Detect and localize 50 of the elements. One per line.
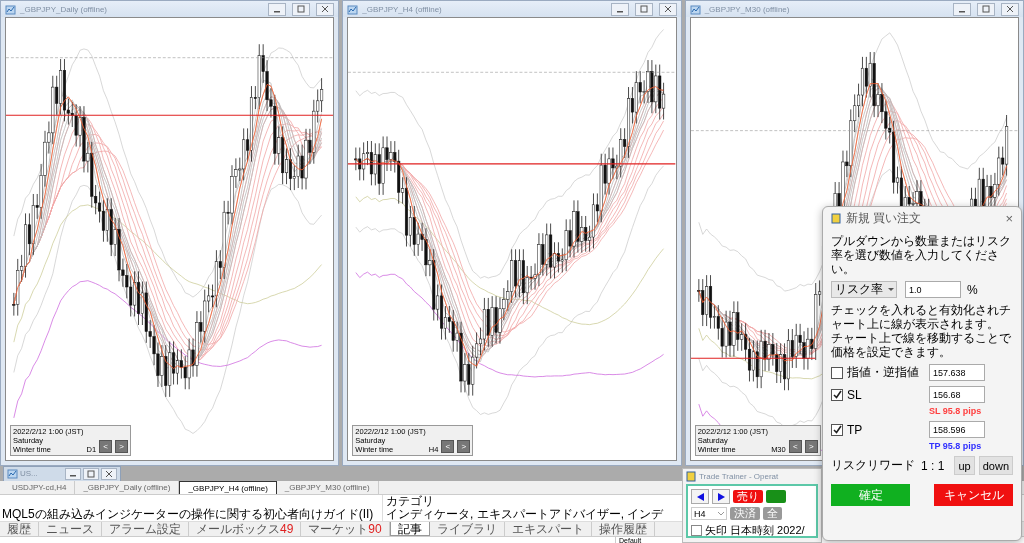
terminal-tab[interactable]: エキスパート	[504, 522, 592, 536]
terminal-tab[interactable]: アラーム設定	[102, 522, 189, 536]
window-title: Trade Trainer - Operat	[699, 472, 779, 481]
instruction-text: プルダウンから数量またはリスク率を選び数値を入力してください。	[831, 234, 1012, 276]
pips-label: TP 95.8 pips	[929, 441, 982, 451]
help-text: チェックを入れると有効化されチャート上に線が表示されます。 チャート上で線を移動することで価格を設定できます。	[831, 303, 1012, 359]
risk-reward-label: リスクリワード	[831, 457, 916, 474]
dialog-title: 新規 買い注文	[846, 209, 923, 227]
sell-button[interactable]: 売り	[733, 490, 763, 503]
amount-field[interactable]: 1.0	[905, 281, 961, 298]
terminal-tab[interactable]: ライブラリ	[429, 522, 505, 536]
article-title[interactable]: MQL5の組み込みインジケーターの操作に関する初心者向けガイド(II)	[0, 508, 382, 521]
field-label: TP	[847, 422, 863, 437]
pips-label: SL 95.8 pips	[929, 406, 982, 416]
terminal-tab[interactable]: 操作履歴	[591, 522, 655, 536]
risk-reward-value: 1 : 1	[921, 458, 946, 473]
next-button[interactable]: >	[804, 440, 818, 453]
up-button[interactable]: up	[954, 456, 975, 475]
chart-tab[interactable]: _GBPJPY_M30 (offline)	[276, 481, 379, 494]
chart-tab[interactable]: _GBPJPY_H4 (offline)	[179, 481, 277, 494]
price-field[interactable]: 158.596	[929, 421, 985, 438]
field-label: SL	[847, 387, 862, 402]
cancel-button[interactable]: キャンセル	[934, 484, 1013, 506]
window-title: US...	[20, 469, 39, 478]
chart-tab[interactable]: USDJPY-cd,H4	[4, 481, 76, 494]
terminal-tab[interactable]: 記事	[389, 522, 430, 536]
terminal-tab[interactable]: メールボックス49	[189, 522, 302, 536]
window-title: _GBPJPY_M30 (offline)	[704, 4, 791, 14]
previous-button[interactable]: <	[441, 440, 455, 453]
down-button[interactable]: down	[978, 456, 1013, 475]
next-button[interactable]: >	[115, 440, 129, 453]
timeframe-dropdown[interactable]: H4	[691, 507, 727, 520]
terminal-tab[interactable]: 履歴	[0, 522, 39, 536]
price-field[interactable]: 156.68	[929, 386, 985, 403]
category-header: カテゴリ	[386, 495, 434, 508]
window-title: _GBPJPY_H4 (offline)	[362, 4, 443, 14]
terminal-tab[interactable]: ニュース	[39, 522, 102, 536]
mode-dropdown[interactable]: リスク率	[831, 281, 897, 298]
checkbox-label: 矢印	[705, 523, 727, 538]
terminal-tab[interactable]: マーケット 90	[301, 522, 390, 536]
next-button[interactable]: >	[457, 440, 471, 453]
unit-label: %	[967, 282, 978, 297]
price-field[interactable]: 157.638	[929, 364, 985, 381]
previous-button[interactable]: <	[99, 440, 113, 453]
time-label: 日本時刻 2022/	[730, 523, 805, 538]
previous-button[interactable]: <	[788, 440, 802, 453]
close-button[interactable]: ×	[1005, 210, 1013, 226]
category-list: インディケータ, エキスパートアドバイザー, インデ	[386, 508, 664, 521]
window-title: _GBPJPY_Daily (offline)	[20, 4, 108, 14]
field-label: 指値・逆指値	[847, 364, 919, 381]
